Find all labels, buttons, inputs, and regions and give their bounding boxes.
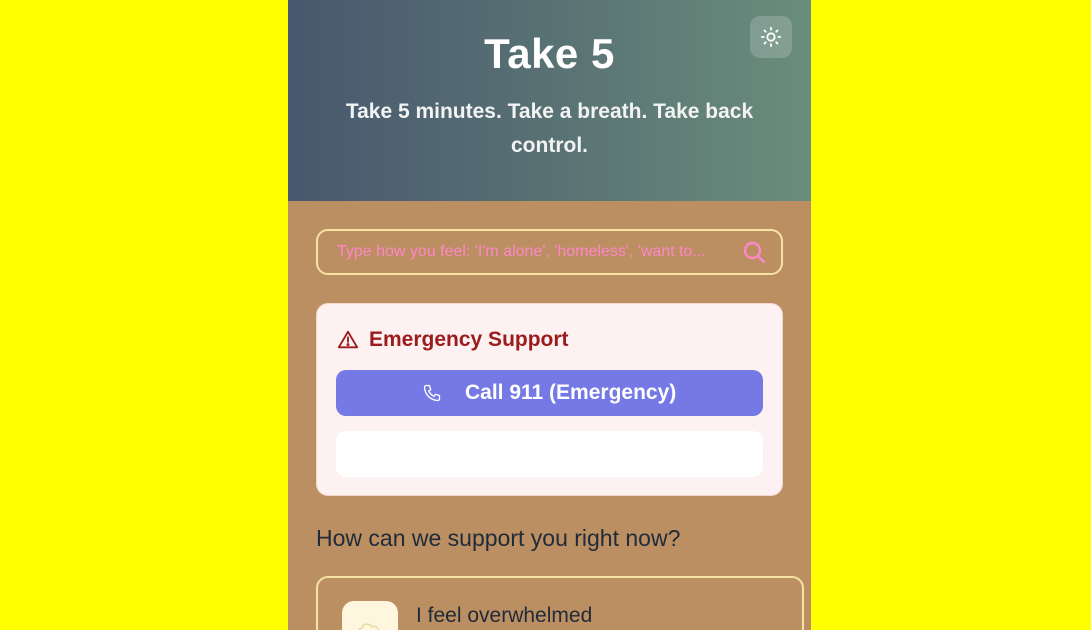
phone-icon (423, 384, 441, 402)
feeling-search-input[interactable] (337, 231, 729, 273)
app-title: Take 5 (484, 30, 615, 77)
call-911-button[interactable]: Call 911 (Emergency) (336, 370, 763, 416)
support-section-title: How can we support you right now? (316, 525, 681, 551)
app-subtitle: Take 5 minutes. Take a breath. Take back… (345, 100, 754, 157)
emergency-heading: Emergency Support (337, 326, 569, 354)
warning-icon (337, 330, 359, 349)
cloud-icon (342, 601, 398, 630)
header: Take 5 Take 5 minutes. Take a breath. Ta… (288, 0, 811, 201)
secondary-support-button[interactable] (336, 431, 763, 477)
option-label: I feel overwhelmed (416, 604, 593, 627)
app-container: Take 5 Take 5 minutes. Take a breath. Ta… (288, 0, 811, 630)
search-bar (316, 229, 783, 275)
theme-toggle-button[interactable] (750, 16, 792, 58)
sun-icon (760, 26, 782, 48)
emergency-support-card: Emergency Support Call 911 (Emergency) (316, 303, 783, 496)
call-911-label: Call 911 (Emergency) (465, 381, 677, 404)
search-icon[interactable] (742, 240, 766, 264)
option-card-overwhelmed[interactable]: I feel overwhelmed (316, 576, 804, 630)
emergency-heading-text: Emergency Support (369, 328, 569, 351)
